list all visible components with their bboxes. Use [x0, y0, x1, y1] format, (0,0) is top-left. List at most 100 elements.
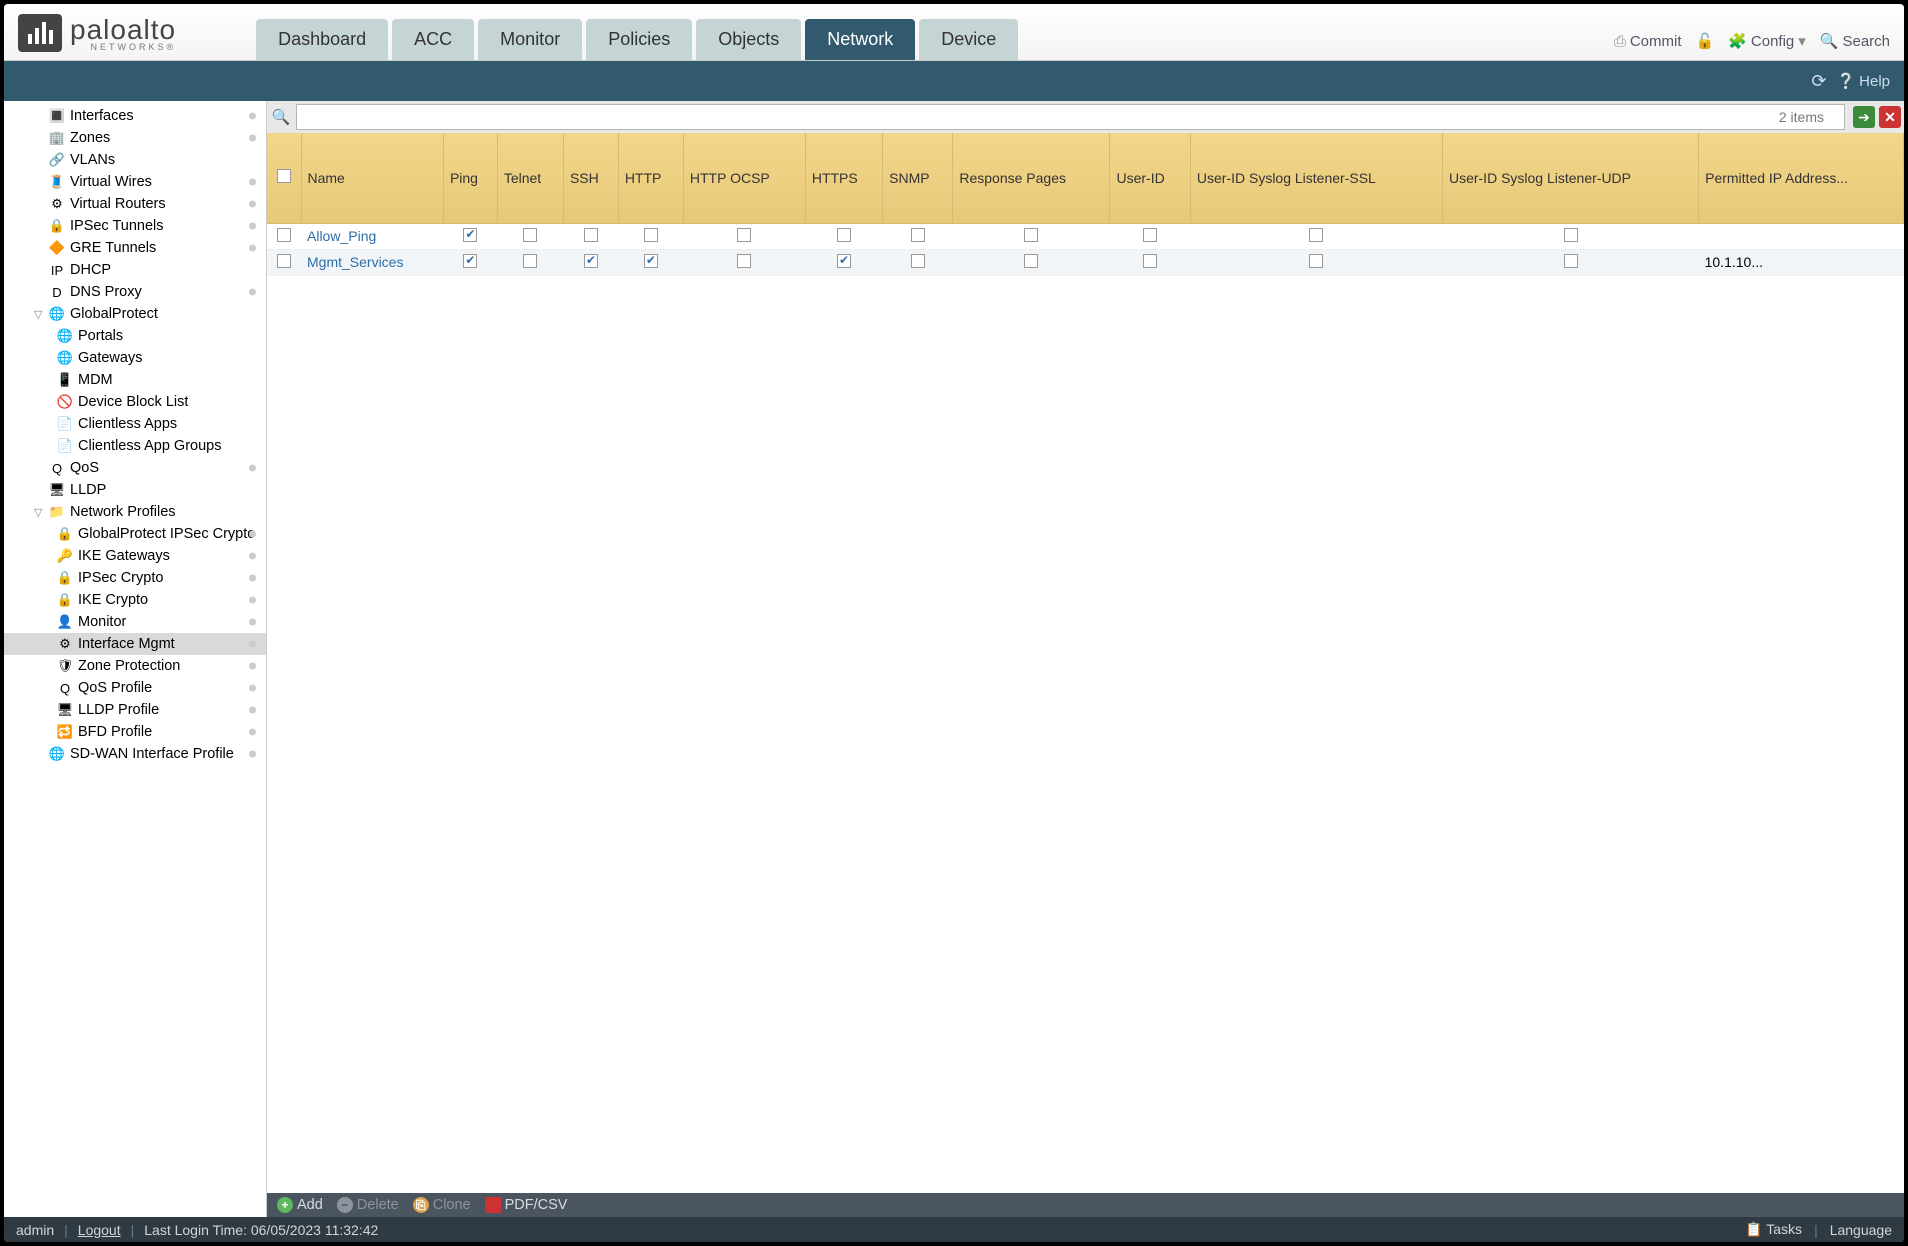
cell-checkbox[interactable] [837, 254, 851, 268]
sidebar-item-sd-wan-interface-profile[interactable]: 🌐SD-WAN Interface Profile [4, 743, 266, 765]
sidebar-item-virtual-wires[interactable]: 🧵Virtual Wires [4, 171, 266, 193]
logout-link[interactable]: Logout [78, 1222, 121, 1238]
col-header[interactable] [267, 133, 301, 223]
clear-filter-button[interactable]: ✕ [1879, 106, 1901, 128]
tab-dashboard[interactable]: Dashboard [256, 19, 388, 60]
sidebar-item-clientless-app-groups[interactable]: 📄Clientless App Groups [4, 435, 266, 457]
sidebar-item-qos[interactable]: QQoS [4, 457, 266, 479]
config-dropdown[interactable]: 🧩Config▾ [1728, 32, 1806, 50]
select-all-checkbox[interactable] [277, 169, 291, 183]
sidebar-item-bfd-profile[interactable]: 🔁BFD Profile [4, 721, 266, 743]
cell-checkbox[interactable] [911, 254, 925, 268]
col-header[interactable]: User-ID Syslog Listener-SSL [1190, 133, 1442, 223]
tab-objects[interactable]: Objects [696, 19, 801, 60]
sidebar-item-ipsec-crypto[interactable]: 🔒IPSec Crypto [4, 567, 266, 589]
cell-checkbox[interactable] [1309, 254, 1323, 268]
tab-acc[interactable]: ACC [392, 19, 474, 60]
sidebar-item-network-profiles[interactable]: ▽📁Network Profiles [4, 501, 266, 523]
sidebar-item-interface-mgmt[interactable]: ⚙Interface Mgmt [4, 633, 266, 655]
sidebar-item-virtual-routers[interactable]: ⚙Virtual Routers [4, 193, 266, 215]
logo-icon [18, 14, 62, 52]
sidebar-item-device-block-list[interactable]: 🚫Device Block List [4, 391, 266, 413]
add-button[interactable]: +Add [277, 1197, 323, 1213]
sidebar-item-lldp-profile[interactable]: 🖥LLDP Profile [4, 699, 266, 721]
cell-checkbox[interactable] [1564, 254, 1578, 268]
cell-checkbox[interactable] [1309, 228, 1323, 242]
col-header[interactable]: Name [301, 133, 443, 223]
row-name-link[interactable]: Allow_Ping [307, 228, 376, 244]
sidebar-item-ike-crypto[interactable]: 🔒IKE Crypto [4, 589, 266, 611]
sidebar-item-clientless-apps[interactable]: 📄Clientless Apps [4, 413, 266, 435]
item-count: 2 items [1779, 109, 1824, 125]
table-row[interactable]: Allow_Ping [267, 223, 1904, 249]
cell-checkbox[interactable] [463, 228, 477, 242]
refresh-icon[interactable]: ⟳ [1811, 71, 1826, 92]
sidebar-item-zone-protection[interactable]: 🛡Zone Protection [4, 655, 266, 677]
cell-checkbox[interactable] [1564, 228, 1578, 242]
sidebar-item-zones[interactable]: 🏢Zones [4, 127, 266, 149]
sidebar-item-globalprotect-ipsec-crypto[interactable]: 🔒GlobalProtect IPSec Crypto [4, 523, 266, 545]
col-header[interactable]: User-ID Syslog Listener-UDP [1442, 133, 1698, 223]
table-row[interactable]: Mgmt_Services10.1.10... [267, 249, 1904, 275]
sidebar-item-globalprotect[interactable]: ▽🌐GlobalProtect [4, 303, 266, 325]
tab-network[interactable]: Network [805, 19, 915, 60]
delete-button[interactable]: −Delete [337, 1197, 399, 1213]
cell-checkbox[interactable] [1143, 254, 1157, 268]
sidebar-item-ike-gateways[interactable]: 🔑IKE Gateways [4, 545, 266, 567]
sidebar-item-interfaces[interactable]: 🔳Interfaces [4, 105, 266, 127]
sidebar-item-dns-proxy[interactable]: DDNS Proxy [4, 281, 266, 303]
status-dot [249, 245, 256, 252]
apply-filter-button[interactable]: ➔ [1853, 106, 1875, 128]
commit-button[interactable]: ⎙Commit [1614, 33, 1682, 50]
language-button[interactable]: Language [1830, 1222, 1892, 1238]
filter-input[interactable] [296, 104, 1845, 130]
col-header[interactable]: Response Pages [953, 133, 1110, 223]
cell-checkbox[interactable] [644, 228, 658, 242]
sidebar-item-mdm[interactable]: 📱MDM [4, 369, 266, 391]
help-button[interactable]: ❔Help [1836, 72, 1890, 90]
sidebar-item-monitor[interactable]: 👤Monitor [4, 611, 266, 633]
col-header[interactable]: Permitted IP Address... [1699, 133, 1904, 223]
col-header[interactable]: SSH [563, 133, 618, 223]
cell-checkbox[interactable] [1024, 254, 1038, 268]
row-checkbox[interactable] [277, 254, 291, 268]
cell-checkbox[interactable] [1143, 228, 1157, 242]
cell-checkbox[interactable] [463, 254, 477, 268]
col-header[interactable]: HTTP [618, 133, 683, 223]
sidebar-item-qos-profile[interactable]: QQoS Profile [4, 677, 266, 699]
pdfcsv-button[interactable]: PDF/CSV [485, 1197, 568, 1213]
cell-checkbox[interactable] [523, 254, 537, 268]
cell-checkbox[interactable] [911, 228, 925, 242]
cell-checkbox[interactable] [584, 254, 598, 268]
col-header[interactable]: Ping [443, 133, 497, 223]
cell-checkbox[interactable] [523, 228, 537, 242]
sidebar-item-vlans[interactable]: 🔗VLANs [4, 149, 266, 171]
search-icon[interactable]: 🔍 [270, 106, 292, 128]
col-header[interactable]: Telnet [497, 133, 563, 223]
col-header[interactable]: HTTP OCSP [683, 133, 805, 223]
tab-device[interactable]: Device [919, 19, 1018, 60]
cell-checkbox[interactable] [837, 228, 851, 242]
col-header[interactable]: User-ID [1110, 133, 1190, 223]
sidebar-item-portals[interactable]: 🌐Portals [4, 325, 266, 347]
sidebar-item-ipsec-tunnels[interactable]: 🔒IPSec Tunnels [4, 215, 266, 237]
search-button[interactable]: 🔍Search [1820, 32, 1890, 50]
cell-checkbox[interactable] [644, 254, 658, 268]
clone-button[interactable]: ⎘Clone [413, 1197, 471, 1213]
cell-checkbox[interactable] [1024, 228, 1038, 242]
tab-policies[interactable]: Policies [586, 19, 692, 60]
sidebar-item-gateways[interactable]: 🌐Gateways [4, 347, 266, 369]
lock-icon[interactable]: 🔓 [1696, 32, 1715, 50]
tab-monitor[interactable]: Monitor [478, 19, 582, 60]
cell-checkbox[interactable] [584, 228, 598, 242]
sidebar-item-dhcp[interactable]: IPDHCP [4, 259, 266, 281]
col-header[interactable]: SNMP [883, 133, 953, 223]
row-checkbox[interactable] [277, 228, 291, 242]
sidebar-item-gre-tunnels[interactable]: 🔶GRE Tunnels [4, 237, 266, 259]
cell-checkbox[interactable] [737, 228, 751, 242]
tasks-button[interactable]: 📋 Tasks [1745, 1221, 1802, 1238]
col-header[interactable]: HTTPS [805, 133, 882, 223]
sidebar-item-lldp[interactable]: 🖥LLDP [4, 479, 266, 501]
row-name-link[interactable]: Mgmt_Services [307, 254, 403, 270]
cell-checkbox[interactable] [737, 254, 751, 268]
